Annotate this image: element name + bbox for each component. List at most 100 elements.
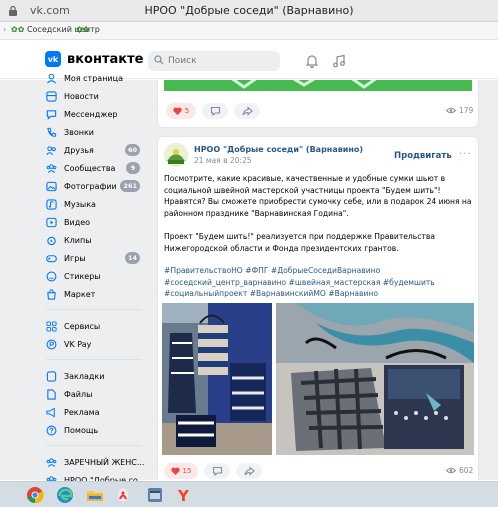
search-box[interactable]	[148, 51, 280, 71]
file-icon	[47, 388, 56, 400]
sidebar-item-label: VK Pay	[64, 339, 92, 349]
post-photo-2[interactable]	[276, 303, 474, 455]
share-icon	[241, 106, 253, 116]
like-count: 15	[182, 467, 192, 475]
explorer-icon[interactable]	[86, 486, 104, 504]
bookmark-flowers: ✿✿	[11, 25, 25, 34]
sidebar-item-label: Видео	[64, 217, 91, 227]
comment-icon	[210, 106, 220, 116]
sidebar-item-label: Стикеры	[64, 271, 101, 281]
music-icon	[46, 198, 57, 210]
more-options-icon[interactable]: ···	[459, 149, 472, 160]
ads-icon	[46, 406, 55, 418]
sidebar-item-my-page[interactable]: Моя страница	[46, 68, 146, 88]
sidebar-divider	[46, 309, 142, 310]
sidebar-item-games[interactable]: Игры 14	[46, 248, 146, 268]
search-icon	[154, 55, 164, 65]
vk-logo-mark: vk	[45, 51, 61, 67]
user-icon	[46, 73, 57, 83]
sidebar-divider	[46, 445, 142, 446]
sidebar-item-vkpay[interactable]: VK Pay	[46, 334, 146, 354]
photos-badge: 261	[120, 180, 140, 192]
views-counter: 602	[446, 466, 473, 475]
sidebar-item-ads[interactable]: Реклама	[46, 402, 146, 422]
yandex-icon[interactable]: Y	[174, 486, 192, 504]
browser-titlebar: vk.com НРОО "Добрые соседи" (Варнавино)	[0, 0, 498, 22]
group-icon	[46, 457, 57, 467]
sidebar-item-label: Фотографии	[64, 181, 117, 191]
eye-icon	[446, 467, 456, 474]
window-title: НРОО "Добрые соседи" (Варнавино)	[144, 4, 354, 17]
friends-badge: 60	[124, 144, 140, 156]
post-hashtags[interactable]: #ПравительствоНО #ФПГ #ДобрыеСоседиВарна…	[164, 265, 476, 300]
communities-badge: 9	[126, 162, 140, 174]
post-image-previous[interactable]	[164, 80, 472, 91]
message-icon	[46, 109, 57, 120]
like-button[interactable]: 15	[164, 463, 198, 479]
like-button[interactable]: 5	[166, 103, 196, 119]
music-icon[interactable]	[332, 54, 346, 68]
comment-button[interactable]	[204, 463, 230, 479]
comment-icon	[212, 466, 222, 476]
sidebar-item-news[interactable]: Новости	[46, 86, 146, 106]
sidebar-item-video[interactable]: Видео	[46, 212, 146, 232]
sidebar-item-label: Друзья	[64, 145, 94, 155]
services-icon	[46, 320, 57, 332]
chevron-right-icon[interactable]: ›	[3, 25, 6, 34]
author-avatar[interactable]	[164, 143, 188, 167]
views-count: 179	[459, 106, 474, 115]
sidebar-item-label: Файлы	[64, 389, 93, 399]
sidebar-item-services[interactable]: Сервисы	[46, 316, 146, 336]
bookmarks-bar: › ✿✿ Соседский центр ✿✿	[0, 22, 498, 40]
sidebar-item-communities[interactable]: Сообщества 9	[46, 158, 146, 178]
sidebar-item-friends[interactable]: Друзья 60	[46, 140, 146, 160]
bookmark-flowers-item[interactable]: ✿✿	[76, 25, 89, 34]
post-text-2: Проект "Будем шить!" реализуется при под…	[164, 232, 435, 253]
sidebar-item-market[interactable]: Маркет	[46, 284, 146, 304]
stickers-icon	[46, 271, 57, 281]
video-icon	[46, 217, 57, 227]
sidebar-item-music[interactable]: Музыка	[46, 194, 146, 214]
heart-icon	[170, 467, 180, 475]
paint-icon[interactable]	[114, 486, 132, 504]
clips-icon	[47, 236, 56, 245]
vkpay-icon	[46, 339, 57, 349]
post-card: НРОО "Добрые соседи" (Варнавино) 21 мая …	[157, 136, 479, 480]
sidebar-item-label: Клипы	[64, 235, 92, 245]
photo-icon	[46, 181, 57, 191]
games-badge: 14	[124, 252, 140, 264]
post-card-previous: 5 179	[157, 80, 479, 128]
share-button[interactable]	[234, 103, 260, 119]
sidebar-item-clips[interactable]: Клипы	[46, 230, 146, 250]
sidebar-item-label: Игры	[64, 253, 86, 263]
sidebar-divider	[46, 359, 142, 360]
vk-logo[interactable]: vk вконтакте	[45, 51, 143, 67]
like-count: 5	[184, 107, 190, 115]
search-input[interactable]	[166, 53, 276, 69]
post-photo-1[interactable]	[162, 303, 272, 455]
share-button[interactable]	[236, 463, 262, 479]
sidebar-item-calls[interactable]: Звонки	[46, 122, 146, 142]
comment-button[interactable]	[202, 103, 228, 119]
chrome-icon[interactable]	[26, 486, 44, 504]
sidebar-item-label: Музыка	[64, 199, 96, 209]
sidebar-item-files[interactable]: Файлы	[46, 384, 146, 404]
app-icon[interactable]	[146, 486, 164, 504]
sidebar-item-stickers[interactable]: Стикеры	[46, 266, 146, 286]
sidebar-item-label: Моя страница	[64, 73, 123, 83]
sidebar-item-label: Помощь	[64, 425, 99, 435]
vk-logo-text: вконтакте	[67, 51, 144, 67]
sidebar-item-photos[interactable]: Фотографии 261	[46, 176, 146, 196]
sidebar-item-label: Сервисы	[64, 321, 101, 331]
post-date[interactable]: 21 мая в 20:25	[194, 156, 252, 165]
sidebar-group-zarechny[interactable]: ЗАРЕЧНЫЙ ЖЕНС...	[46, 452, 146, 472]
bell-icon[interactable]	[305, 54, 319, 68]
sidebar-item-help[interactable]: Помощь	[46, 420, 146, 440]
sidebar-item-bookmarks[interactable]: Закладки	[46, 366, 146, 386]
promote-button[interactable]: Продвигать	[394, 151, 452, 161]
sidebar-item-messenger[interactable]: Мессенджер	[46, 104, 146, 124]
edge-icon[interactable]	[56, 486, 74, 504]
post-author[interactable]: НРОО "Добрые соседи" (Варнавино)	[194, 145, 363, 154]
svg-text:Y: Y	[177, 487, 190, 504]
sidebar-item-label: Сообщества	[64, 163, 116, 173]
